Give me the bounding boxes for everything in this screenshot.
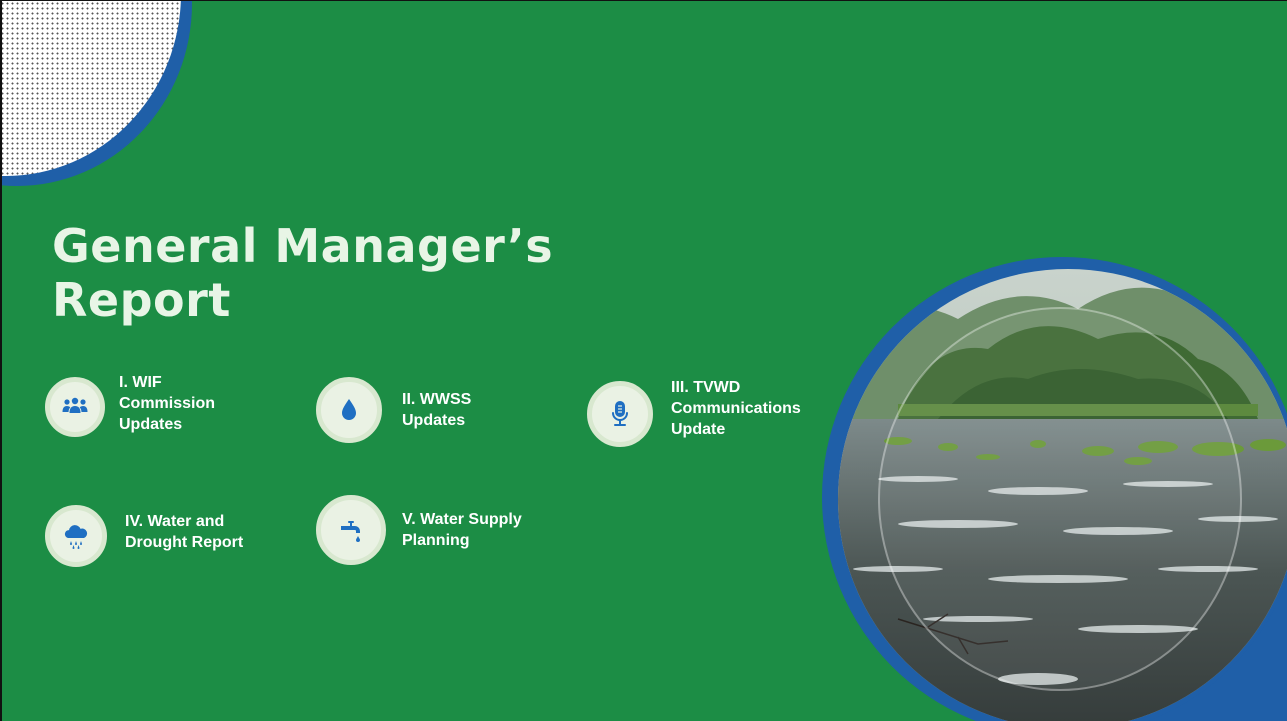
- agenda-label: I. WIF Commission Updates: [119, 374, 216, 433]
- people-group-icon: [45, 377, 105, 437]
- slide: General Manager’s Report I. WIF Commissi…: [0, 0, 1287, 721]
- rain-cloud-icon: [45, 505, 107, 567]
- slide-title: General Manager’s Report: [52, 219, 553, 327]
- title-line-2: Report: [52, 273, 231, 327]
- agenda-label: IV. Water and Drought Report: [125, 513, 244, 551]
- agenda-item-wwss: II. WWSS Updates: [316, 377, 471, 443]
- photo-inner-overlay: [878, 307, 1242, 691]
- water-drop-icon: [316, 377, 382, 443]
- microphone-icon: [587, 381, 653, 447]
- agenda-item-wif: I. WIF Commission Updates: [45, 374, 215, 437]
- corner-decoration-dots: [2, 1, 181, 176]
- title-line-1: General Manager’s: [52, 219, 554, 273]
- agenda-label: II. WWSS Updates: [402, 391, 472, 429]
- agenda-label: V. Water Supply Planning: [402, 511, 522, 549]
- faucet-icon: [316, 495, 386, 565]
- agenda-item-water-supply: V. Water Supply Planning: [316, 495, 522, 565]
- agenda-item-water-drought: IV. Water and Drought Report: [45, 505, 243, 567]
- agenda-item-tvwd: III. TVWD Communications Update: [587, 379, 801, 447]
- agenda-label: III. TVWD Communications Update: [671, 379, 801, 438]
